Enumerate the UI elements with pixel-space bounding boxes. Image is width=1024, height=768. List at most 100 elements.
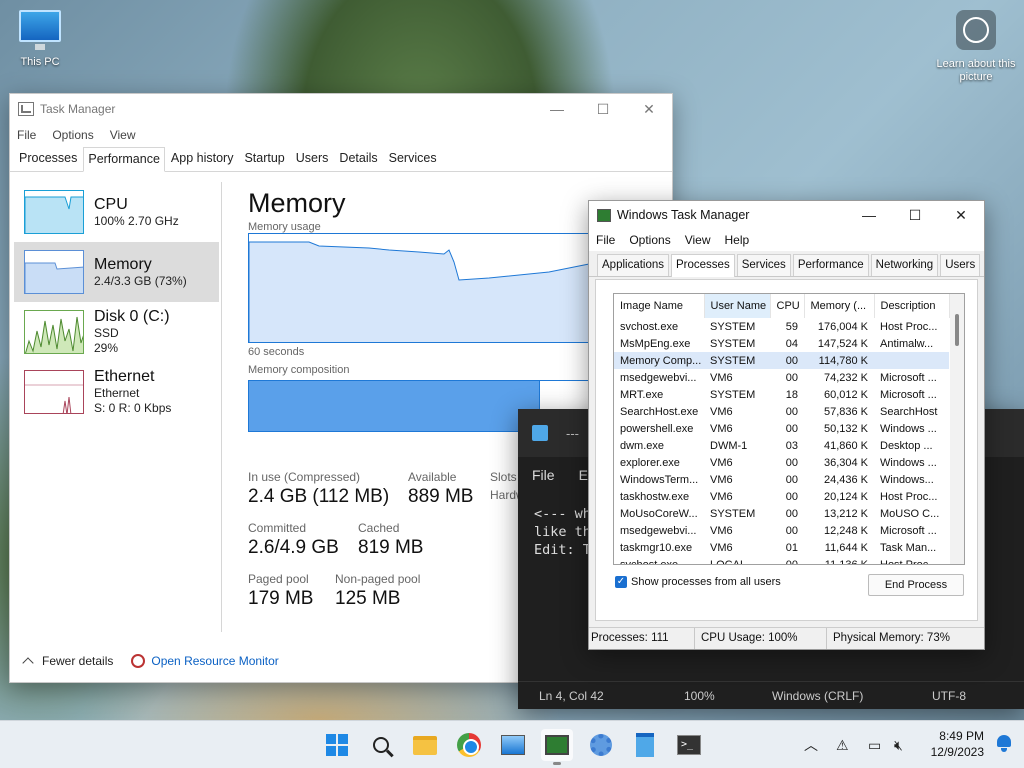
show-hidden-icons-button[interactable]: ︿ [804,721,818,768]
tab-app-history[interactable]: App history [166,146,239,171]
encoding[interactable]: UTF-8 [932,689,966,703]
chrome-button[interactable] [453,729,485,761]
tab-details[interactable]: Details [334,146,382,171]
table-row[interactable]: msedgewebvi... VM6 00 12,248 K Microsoft ... [614,522,949,539]
tab-performance[interactable]: Performance [792,254,869,276]
start-button[interactable] [321,729,353,761]
menu-help[interactable]: Help [725,233,750,247]
sidebar-item-cpu[interactable]: CPU 100% 2.70 GHz [14,182,219,242]
tab-services[interactable]: Services [384,146,442,171]
table-row[interactable]: svchost.exe LOCAL ... 00 11,136 K Host Proc.… [614,556,949,565]
tab-users[interactable]: Users [940,254,981,276]
maximize-button[interactable]: ☐ [892,201,938,229]
menu-file[interactable]: File [596,233,615,247]
notepad-tab-title[interactable]: --- [566,426,579,441]
file-explorer-button[interactable] [409,729,441,761]
zoom-level[interactable]: 100% [684,689,715,703]
tab-startup[interactable]: Startup [239,146,289,171]
vertical-scrollbar[interactable] [950,294,964,564]
menu-view[interactable]: View [110,128,136,142]
tab-processes[interactable]: Processes [671,254,735,277]
process-list[interactable]: Image Name User Name CPU Memory (... Des… [613,293,965,565]
menu-options[interactable]: Options [52,128,93,142]
table-row[interactable]: SearchHost.exe VM6 00 57,836 K SearchHost [614,403,949,420]
sidebar-item-ethernet[interactable]: Ethernet Ethernet S: 0 R: 0 Kbps [14,362,219,422]
menu-file[interactable]: File [17,128,36,142]
column-header-description[interactable]: Description [874,294,950,318]
title-bar[interactable]: Task Manager — ☐ ✕ [10,94,672,124]
sidebar-item-title: CPU [94,195,128,213]
close-button[interactable]: ✕ [938,201,984,229]
show-all-users-checkbox[interactable]: ✓ Show processes from all users [615,576,781,588]
minimize-button[interactable]: — [534,94,580,124]
terminal-button[interactable]: >_ [673,729,705,761]
table-row[interactable]: MRT.exe SYSTEM 18 60,012 K Microsoft ... [614,386,949,403]
table-row[interactable]: taskhostw.exe VM6 00 20,124 K Host Proc... [614,488,949,505]
process-memory: 147,524 K [817,337,868,350]
table-row[interactable]: WindowsTerm... VM6 00 24,436 K Windows... [614,471,949,488]
sidebar-item-memory[interactable]: Memory 2.4/3.3 GB (73%) [14,242,219,302]
tab-applications[interactable]: Applications [597,254,670,276]
tab-performance[interactable]: Performance [83,147,165,172]
process-cpu: 00 [785,473,798,486]
display-icon[interactable]: ▭ [868,721,881,768]
desktop-icon-this-pc[interactable]: This PC [12,10,68,68]
process-image-name: taskmgr10.exe [620,541,693,554]
desktop-icon-learn-about-picture[interactable]: Learn about this picture [934,10,1018,84]
divider [221,182,222,632]
column-header-memory[interactable]: Memory (... [804,294,875,318]
title-bar[interactable]: Windows Task Manager — ☐ ✕ [589,201,984,229]
table-row[interactable]: msedgewebvi... VM6 00 74,232 K Microsoft ... [614,369,949,386]
settings-button[interactable] [585,729,617,761]
process-user-name: SYSTEM [710,388,756,401]
process-cpu: 03 [785,439,798,452]
process-cpu: 00 [785,422,798,435]
notepad-taskbar-button[interactable] [629,729,661,761]
tab-networking[interactable]: Networking [870,254,939,276]
sidebar-item-disk[interactable]: Disk 0 (C:) SSD 29% [14,302,219,362]
column-header-cpu[interactable]: CPU [770,294,805,318]
table-row[interactable]: MsMpEng.exe SYSTEM 04 147,524 K Antimalw... [614,335,949,352]
tab-processes[interactable]: Processes [14,146,82,171]
table-row[interactable]: powershell.exe VM6 00 50,132 K Windows ... [614,420,949,437]
notification-bell-icon[interactable] [996,735,1012,753]
tab-services[interactable]: Services [736,254,791,276]
volume-muted-icon[interactable]: 🔇︎ [894,721,903,768]
stat-value: 889 MB [408,486,474,507]
table-row[interactable]: explorer.exe VM6 00 36,304 K Windows ... [614,454,949,471]
process-image-name: MoUsoCoreW... [620,507,698,520]
table-row[interactable]: dwm.exe DWM-1 03 41,860 K Desktop ... [614,437,949,454]
network-icon[interactable]: ⚠ [836,721,849,768]
process-image-name: powershell.exe [620,422,694,435]
process-description [874,352,949,369]
close-button[interactable]: ✕ [626,94,672,124]
menu-options[interactable]: Options [629,233,670,247]
processes-panel: Image Name User Name CPU Memory (... Des… [595,279,978,621]
menu-view[interactable]: View [685,233,711,247]
photos-button[interactable] [497,729,529,761]
column-header-user-name[interactable]: User Name [704,294,771,318]
line-ending[interactable]: Windows (CRLF) [772,689,863,703]
fewer-details-button[interactable]: Fewer details [42,654,113,668]
search-button[interactable] [365,729,397,761]
maximize-button[interactable]: ☐ [580,94,626,124]
menu-edit[interactable]: E [579,467,588,483]
table-row[interactable]: Memory Comp... SYSTEM 00 114,780 K [614,352,949,369]
camera-icon [956,10,996,50]
table-row[interactable]: svchost.exe SYSTEM 59 176,004 K Host Proc... [614,318,949,335]
end-process-button[interactable]: End Process [868,574,964,596]
process-memory: 41,860 K [823,439,868,452]
checkbox-checked-icon[interactable]: ✓ [615,576,627,588]
menu-bar: File Options View Help [589,229,984,251]
system-clock[interactable]: 8:49 PM 12/9/2023 [931,728,984,760]
table-row[interactable]: taskmgr10.exe VM6 01 11,644 K Task Man... [614,539,949,556]
open-resource-monitor-link[interactable]: Open Resource Monitor [151,654,278,668]
scrollbar-thumb[interactable] [955,314,959,346]
menu-file[interactable]: File [532,467,555,483]
task-manager-taskbar-button[interactable] [541,729,573,765]
minimize-button[interactable]: — [846,201,892,229]
table-row[interactable]: MoUsoCoreW... SYSTEM 00 13,212 K MoUSO C... [614,505,949,522]
column-header-image-name[interactable]: Image Name [614,294,705,318]
tab-users[interactable]: Users [291,146,334,171]
process-memory: 12,248 K [823,524,868,537]
